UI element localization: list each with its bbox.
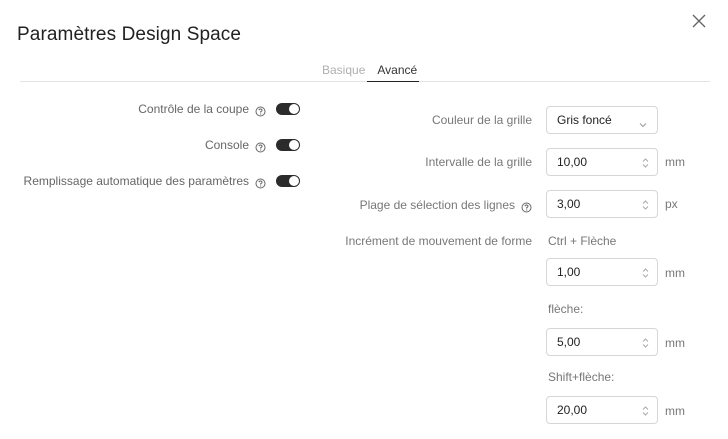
line-select-input[interactable] bbox=[557, 197, 627, 211]
spinner-icon[interactable] bbox=[642, 198, 649, 210]
spinner-icon[interactable] bbox=[642, 336, 649, 348]
shift-arrow-unit: mm bbox=[665, 404, 685, 418]
console-row: Console bbox=[205, 136, 300, 154]
grid-color-value: Gris foncé bbox=[557, 113, 612, 127]
ctrl-arrow-unit: mm bbox=[665, 266, 685, 280]
cut-control-row: Contrôle de la coupe bbox=[138, 100, 300, 118]
ctrl-arrow-field bbox=[546, 258, 658, 286]
line-select-label: Plage de sélection des lignes bbox=[359, 198, 515, 212]
ctrl-arrow-input[interactable] bbox=[557, 265, 627, 279]
tab-bar: Basique Avancé bbox=[318, 63, 421, 83]
close-icon[interactable] bbox=[692, 14, 708, 30]
line-select-field bbox=[546, 190, 658, 218]
help-icon[interactable] bbox=[255, 140, 266, 152]
shift-arrow-label: Shift+flèche: bbox=[548, 370, 615, 384]
arrow-label: flèche: bbox=[548, 302, 584, 316]
cut-control-label: Contrôle de la coupe bbox=[138, 102, 249, 116]
spinner-icon[interactable] bbox=[642, 404, 649, 416]
dialog-title: Paramètres Design Space bbox=[17, 24, 242, 45]
shift-arrow-input[interactable] bbox=[557, 403, 627, 417]
tab-avance[interactable]: Avancé bbox=[373, 63, 421, 83]
console-toggle[interactable] bbox=[276, 139, 300, 151]
spinner-icon[interactable] bbox=[642, 156, 649, 168]
grid-interval-unit: mm bbox=[665, 155, 685, 169]
shape-move-label: Incrément de mouvement de forme bbox=[345, 234, 532, 248]
autofill-label: Remplissage automatique des paramètres bbox=[23, 174, 249, 188]
tab-divider bbox=[20, 81, 710, 82]
grid-interval-label: Intervalle de la grille bbox=[425, 155, 532, 169]
help-icon[interactable] bbox=[255, 104, 266, 116]
autofill-row: Remplissage automatique des paramètres bbox=[24, 172, 300, 190]
grid-color-label: Couleur de la grille bbox=[431, 113, 532, 127]
cut-control-toggle[interactable] bbox=[276, 103, 300, 115]
settings-dialog: Paramètres Design Space Basique Avancé C… bbox=[0, 0, 728, 439]
console-label: Console bbox=[204, 138, 249, 152]
arrow-field bbox=[546, 328, 658, 356]
help-icon[interactable] bbox=[521, 200, 532, 212]
ctrl-arrow-label: Ctrl + Flèche bbox=[548, 234, 617, 248]
arrow-unit: mm bbox=[665, 336, 685, 350]
chevron-down-icon bbox=[639, 116, 647, 128]
line-select-unit: px bbox=[665, 197, 678, 211]
grid-interval-input[interactable] bbox=[557, 155, 627, 169]
shift-arrow-field bbox=[546, 396, 658, 424]
spinner-icon[interactable] bbox=[642, 266, 649, 278]
line-select-row: Plage de sélection des lignes bbox=[360, 196, 532, 214]
help-icon[interactable] bbox=[255, 176, 266, 188]
arrow-input[interactable] bbox=[557, 335, 627, 349]
tab-basique[interactable]: Basique bbox=[318, 63, 369, 83]
grid-color-select[interactable]: Gris foncé bbox=[546, 106, 658, 134]
autofill-toggle[interactable] bbox=[276, 175, 300, 187]
active-tab-indicator bbox=[367, 81, 419, 82]
grid-interval-field bbox=[546, 148, 658, 176]
